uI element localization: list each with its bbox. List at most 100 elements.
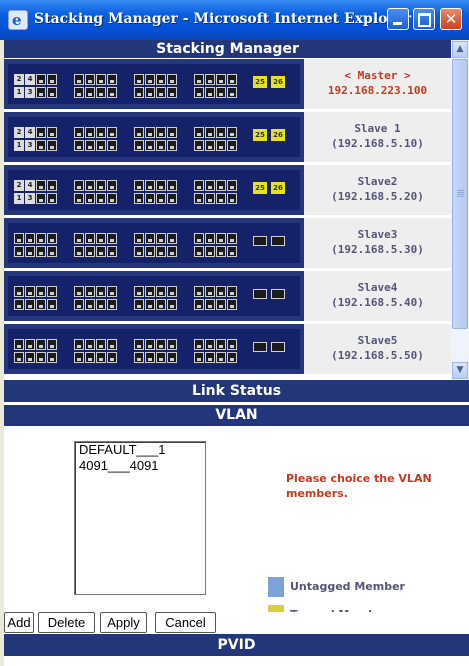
ethernet-port-icon[interactable] (36, 127, 46, 138)
ethernet-port-icon[interactable] (134, 286, 144, 297)
ethernet-port-icon[interactable] (216, 246, 226, 257)
ethernet-port-icon[interactable] (25, 299, 35, 310)
ethernet-port-icon[interactable] (74, 246, 84, 257)
vlan-list-item[interactable]: 4091___4091 (75, 458, 205, 474)
ethernet-port-icon[interactable] (227, 87, 237, 98)
ethernet-port-icon[interactable] (194, 286, 204, 297)
ethernet-port-icon[interactable] (85, 352, 95, 363)
ethernet-port-icon[interactable] (216, 140, 226, 151)
ethernet-port-icon[interactable] (194, 352, 204, 363)
ethernet-port-icon[interactable] (194, 339, 204, 350)
ethernet-port-icon[interactable] (145, 352, 155, 363)
ethernet-port-icon[interactable] (85, 74, 95, 85)
ethernet-port-icon[interactable] (107, 193, 117, 204)
ethernet-port-icon[interactable] (134, 339, 144, 350)
ethernet-port-icon[interactable] (227, 233, 237, 244)
ethernet-port-icon[interactable] (96, 127, 106, 138)
ethernet-port-icon[interactable] (96, 286, 106, 297)
vertical-scrollbar[interactable]: ▲ ▼ (451, 40, 469, 380)
uplink-port-icon[interactable] (271, 236, 285, 246)
ethernet-port-icon[interactable] (227, 352, 237, 363)
ethernet-port-icon[interactable] (36, 180, 46, 191)
ethernet-port-icon[interactable] (107, 233, 117, 244)
unit-label[interactable]: Slave3 (192.168.5.30) (304, 218, 451, 270)
ethernet-port-icon[interactable] (25, 233, 35, 244)
ethernet-port-icon[interactable] (14, 299, 24, 310)
ethernet-port-icon[interactable] (74, 87, 84, 98)
ethernet-port-icon[interactable] (74, 180, 84, 191)
ethernet-port-icon[interactable] (134, 74, 144, 85)
ethernet-port-icon[interactable] (167, 246, 177, 257)
ethernet-port-icon[interactable] (167, 87, 177, 98)
ethernet-port-icon[interactable] (227, 140, 237, 151)
ethernet-port-icon[interactable] (36, 286, 46, 297)
ethernet-port-icon[interactable] (96, 74, 106, 85)
ethernet-port-icon[interactable] (205, 352, 215, 363)
ethernet-port-icon[interactable] (167, 339, 177, 350)
ethernet-port-icon[interactable] (194, 140, 204, 151)
ethernet-port-icon[interactable] (194, 233, 204, 244)
apply-button[interactable]: Apply (100, 612, 147, 633)
ethernet-port-icon[interactable] (156, 299, 166, 310)
ethernet-port-icon[interactable] (36, 352, 46, 363)
unit-label[interactable]: Slave 1 (192.168.5.10) (304, 112, 451, 164)
ethernet-port-icon[interactable] (47, 193, 57, 204)
ethernet-port-icon[interactable] (205, 299, 215, 310)
ethernet-port-icon[interactable] (85, 233, 95, 244)
cancel-button[interactable]: Cancel (155, 612, 216, 633)
ethernet-port-icon[interactable] (145, 87, 155, 98)
ethernet-port-icon[interactable] (85, 87, 95, 98)
ethernet-port-icon[interactable] (47, 339, 57, 350)
ethernet-port-icon[interactable] (167, 140, 177, 151)
ethernet-port-icon[interactable] (216, 87, 226, 98)
ethernet-port-icon[interactable] (14, 339, 24, 350)
ethernet-port-icon[interactable] (205, 87, 215, 98)
ethernet-port-icon[interactable] (96, 193, 106, 204)
ethernet-port-icon[interactable] (36, 193, 46, 204)
ethernet-port-icon[interactable] (85, 299, 95, 310)
scroll-thumb[interactable] (452, 59, 468, 329)
ethernet-port-icon[interactable] (205, 180, 215, 191)
ethernet-port-icon[interactable] (134, 127, 144, 138)
ethernet-port-icon[interactable] (134, 233, 144, 244)
ethernet-port-icon[interactable] (156, 193, 166, 204)
ethernet-port-icon[interactable] (145, 246, 155, 257)
unit-label[interactable]: < Master > 192.168.223.100 (304, 59, 451, 111)
ethernet-port-icon[interactable] (167, 180, 177, 191)
ethernet-port-icon[interactable] (167, 299, 177, 310)
ethernet-port-icon[interactable] (74, 74, 84, 85)
ethernet-port-icon[interactable] (205, 233, 215, 244)
uplink-port-icon[interactable] (253, 342, 267, 352)
ethernet-port-icon[interactable] (205, 193, 215, 204)
ethernet-port-icon[interactable] (167, 286, 177, 297)
sfp-port[interactable]: 26 (271, 182, 285, 194)
sfp-port[interactable]: 25 (253, 129, 267, 141)
scroll-down-button[interactable]: ▼ (452, 362, 468, 379)
switch-panel[interactable]: 2 1 4 3 25 26 (4, 165, 304, 217)
ethernet-port-icon[interactable] (74, 352, 84, 363)
ethernet-port-icon[interactable] (25, 339, 35, 350)
sfp-port[interactable]: 26 (271, 76, 285, 88)
ethernet-port-icon[interactable] (145, 339, 155, 350)
maximize-button[interactable] (413, 8, 435, 30)
ethernet-port-icon[interactable] (96, 352, 106, 363)
ethernet-port-icon[interactable] (74, 299, 84, 310)
ethernet-port-icon[interactable] (96, 233, 106, 244)
ethernet-port-icon[interactable] (216, 339, 226, 350)
switch-panel[interactable]: 2 1 4 3 25 26 (4, 112, 304, 164)
ethernet-port-icon[interactable] (194, 299, 204, 310)
ethernet-port-icon[interactable] (36, 87, 46, 98)
ethernet-port-icon[interactable] (227, 246, 237, 257)
vlan-list-item[interactable]: DEFAULT___1 (75, 442, 205, 458)
ethernet-port-icon[interactable] (36, 339, 46, 350)
unit-label[interactable]: Slave4 (192.168.5.40) (304, 271, 451, 323)
ethernet-port-icon[interactable] (134, 180, 144, 191)
ethernet-port-icon[interactable] (205, 246, 215, 257)
ethernet-port-icon[interactable] (145, 74, 155, 85)
ethernet-port-icon[interactable] (25, 352, 35, 363)
switch-panel[interactable] (4, 218, 304, 270)
sfp-port[interactable]: 25 (253, 182, 267, 194)
unit-label[interactable]: Slave5 (192.168.5.50) (304, 324, 451, 376)
ethernet-port-icon[interactable] (74, 193, 84, 204)
ethernet-port-icon[interactable] (36, 299, 46, 310)
